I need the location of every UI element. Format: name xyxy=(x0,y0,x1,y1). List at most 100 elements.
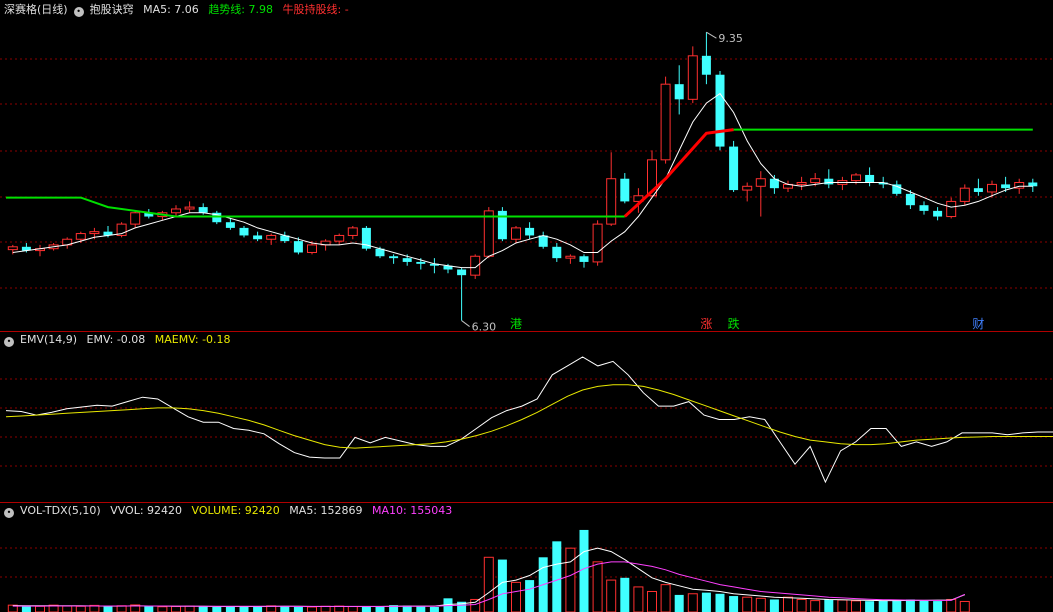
candle-body-down xyxy=(701,55,711,75)
candle-body-up xyxy=(755,178,766,187)
volume-bar-down xyxy=(892,600,902,612)
candle-body-up xyxy=(592,223,603,263)
volume-bar-up xyxy=(755,597,766,612)
candle-body-down xyxy=(919,205,929,211)
volume-bar-down xyxy=(253,606,263,612)
candle-body-down xyxy=(933,210,943,217)
candle-body-up xyxy=(75,233,86,240)
maemv-value: MAEMV: -0.18 xyxy=(154,333,231,346)
candle-body-down xyxy=(1028,182,1038,187)
main-panel-header: 深赛格(日线) • 抱股诀窍 MA5: 7.06 趋势线: 7.98 牛股持股线: … xyxy=(4,3,355,17)
volume-bar-up xyxy=(157,606,168,612)
candle-body-down xyxy=(1001,184,1011,189)
candle-body-down xyxy=(497,210,507,240)
max-pointer xyxy=(706,31,717,39)
volume-bar-down xyxy=(280,606,290,612)
volume-bar-down xyxy=(144,606,154,612)
candle-body-down xyxy=(525,227,535,236)
maemv-line xyxy=(5,384,1053,449)
volume-bar-up xyxy=(184,605,195,612)
candle-body-up xyxy=(130,212,141,225)
emv-toggle-icon[interactable]: • xyxy=(4,337,14,347)
volume-bar-down xyxy=(715,593,725,612)
kline-chart[interactable]: 9.35 6.30 港 涨 跌 财 xyxy=(0,0,1053,612)
candle-body-down xyxy=(293,241,303,253)
volume-bar-up xyxy=(320,605,331,612)
candle-body-down xyxy=(865,174,875,183)
volume-bar-down xyxy=(552,541,562,612)
volume-bar-up xyxy=(592,561,603,612)
candle-body-up xyxy=(334,234,345,242)
volume-bar-down xyxy=(701,592,711,612)
volume-bar-up xyxy=(75,605,86,612)
candle-body-up xyxy=(796,182,807,185)
vol-toggle-icon[interactable]: • xyxy=(4,508,14,518)
emv-name: EMV(14,9) xyxy=(20,333,78,346)
bull-label: 牛股持股线: - xyxy=(282,3,349,16)
candle-body-down xyxy=(253,235,263,240)
trend-label: 趋势线: 7.98 xyxy=(208,3,274,16)
volume-bar-down xyxy=(865,601,875,612)
volume-bar-down xyxy=(729,596,739,612)
volume-bar-up xyxy=(347,606,358,612)
emv-panel-header: • EMV(14,9) EMV: -0.08 MAEMV: -0.18 xyxy=(4,333,237,347)
volume-bar-down xyxy=(225,606,235,612)
volume-bar-up xyxy=(837,599,848,612)
signal-marker: 财 xyxy=(972,317,984,331)
candle-body-down xyxy=(905,193,915,206)
volume-bar-up xyxy=(946,598,957,612)
candle-body-down xyxy=(198,207,208,213)
volume-bar-down xyxy=(416,606,426,612)
volume-bar-down xyxy=(361,606,371,612)
candle-group xyxy=(7,32,1038,321)
volume-bar-up xyxy=(606,579,617,612)
signal-marker: 涨 xyxy=(700,316,712,331)
candle-body-up xyxy=(266,234,277,240)
candle-body-up xyxy=(307,244,317,253)
candle-body-up xyxy=(89,231,100,235)
volume-bar-down xyxy=(21,605,31,612)
candle-body-up xyxy=(171,208,181,214)
volume-bar-down xyxy=(824,599,834,612)
candle-body-up xyxy=(483,210,494,257)
emv-value: EMV: -0.08 xyxy=(86,333,146,346)
candle-body-down xyxy=(538,235,548,247)
emv-line xyxy=(5,356,1053,484)
volume-bar-down xyxy=(579,529,589,612)
candle-body-down xyxy=(729,146,739,191)
min-price-label: 6.30 xyxy=(472,321,497,334)
volume-bar-up xyxy=(511,581,521,612)
candle-body-down xyxy=(715,74,725,147)
trend-line-green xyxy=(6,196,625,218)
candle-body-up xyxy=(987,183,997,193)
volume-bar-down xyxy=(497,559,507,612)
volume-bar-up xyxy=(171,606,181,612)
candle-body-down xyxy=(416,261,426,264)
candle-body-up xyxy=(851,174,861,182)
volume-bar-up xyxy=(633,586,644,612)
vol-ma5-value: MA5: 152869 xyxy=(289,504,363,517)
volume-bar-down xyxy=(933,601,943,612)
vvol-value: VVOL: 92420 xyxy=(110,504,183,517)
volume-bar-down xyxy=(919,600,929,612)
volume-bar-up xyxy=(959,600,970,612)
volume-bar-up xyxy=(810,600,821,612)
candle-body-down xyxy=(973,188,983,192)
volume-bar-up xyxy=(483,556,494,612)
volume-bar-up xyxy=(851,600,861,612)
volume-bar-down xyxy=(769,599,779,612)
candle-body-up xyxy=(810,178,821,184)
candle-body-up xyxy=(687,55,698,100)
signal-marker: 港 xyxy=(510,317,522,331)
volume-bar-down xyxy=(293,606,303,612)
volume-bar-up xyxy=(62,605,73,612)
volume-bar-down xyxy=(905,599,915,612)
volume-bar-up xyxy=(783,596,793,612)
vol-panel-header: • VOL-TDX(5,10) VVOL: 92420 VOLUME: 92420… xyxy=(4,504,458,518)
indicator-toggle-icon[interactable]: • xyxy=(73,7,84,17)
candle-body-down xyxy=(552,246,562,259)
volume-bar-down xyxy=(198,606,208,612)
candle-body-up xyxy=(742,185,753,191)
volume-bar-down xyxy=(212,606,222,612)
stock-title: 深赛格(日线) xyxy=(4,3,68,16)
